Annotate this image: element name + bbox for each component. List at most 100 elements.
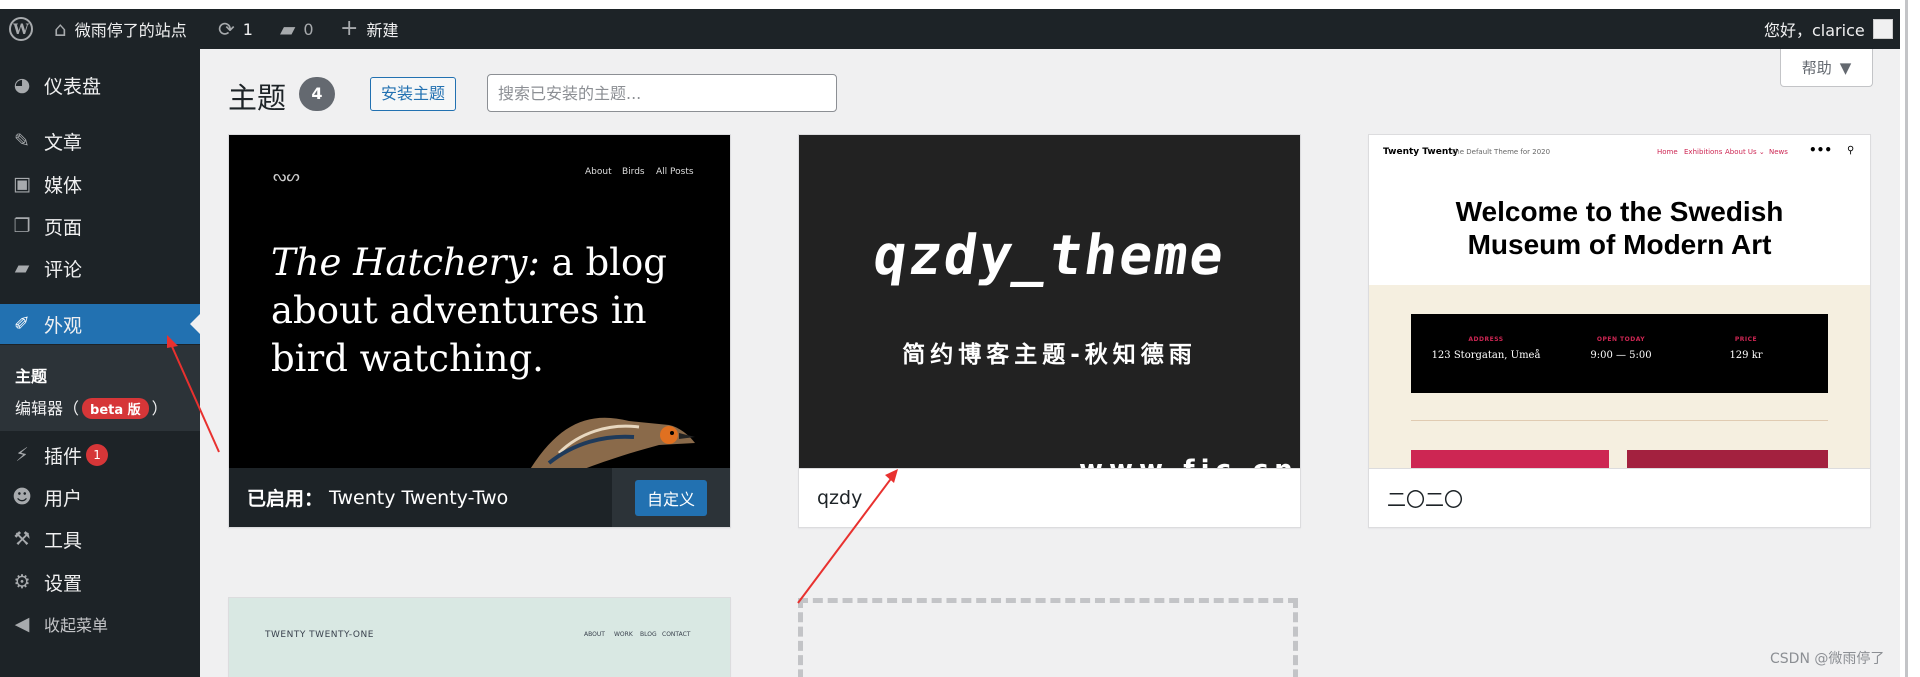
pin-icon: ✎ [14,130,30,152]
preview-nav-item: All Posts [656,167,694,177]
beta-badge: beta 版 [82,398,149,419]
admin-sidebar: ◕ 仪表盘 ✎ 文章 ▣ 媒体 ❐ 页面 ▰ 评论 ✐ 外观 主题 编辑器（ be… [0,49,200,677]
preview-nav-item: CONTACT [662,631,691,638]
settings-icon: ⚙ [13,571,31,593]
menu-item-plugins[interactable]: ⚡ 插件 1 [0,435,200,475]
hatchery-logo: ᔓᔕ [273,167,300,185]
comment-icon: ▰ [14,257,30,279]
active-indicator [190,314,200,334]
new-label: 新建 [366,21,399,40]
preview-divider [1411,420,1828,421]
my-account-link[interactable]: 您好，clarice [1764,9,1893,49]
theme-screenshot[interactable]: ᔓᔕ About Birds All Posts The Hatchery: a… [229,135,730,468]
theme-name: Twenty Twenty-Two [329,486,509,509]
menu-label: 评论 [44,258,83,281]
active-prefix: 已启用： [247,488,324,510]
preview-headline: The Hatchery: a blog about adventures in… [271,239,671,383]
svg-text:W: W [12,22,29,38]
theme-card-twenty-twenty-two[interactable]: ᔓᔕ About Birds All Posts The Hatchery: a… [228,134,731,528]
submenu-themes[interactable]: 主题 [15,363,47,387]
hero-line: Welcome to the Swedish [1455,196,1784,227]
updates-link[interactable]: ⟳ 1 [218,9,253,49]
swallow-bird-illustration [530,417,695,468]
preview-nav-item: About Us ⌄ [1725,148,1765,156]
main-content: 主题 4 安装主题 帮助 ▼ ᔓᔕ About Birds All Posts … [200,49,1900,677]
menu-item-posts[interactable]: ✎ 文章 [0,121,200,161]
info-label: PRICE [1734,336,1758,343]
menu-label: 工具 [44,529,83,552]
theme-screenshot[interactable]: Twenty Twenty The Default Theme for 2020… [1369,135,1870,468]
editor-close: ） [151,399,168,418]
info-value: 123 Storgatan, Umeå [1431,350,1541,361]
preview-nav-item: ABOUT [584,631,605,638]
brush-icon: ✐ [14,313,30,335]
preview-nav-item: Birds [622,167,645,177]
menu-item-comments[interactable]: ▰ 评论 [0,248,200,288]
hero-line: Museum of Modern Art [1467,229,1772,260]
menu-item-media[interactable]: ▣ 媒体 [0,164,200,204]
menu-item-appearance[interactable]: ✐ 外观 [0,304,200,344]
preview-image-block [1411,450,1609,468]
preview-header: Twenty Twenty The Default Theme for 2020… [1369,135,1870,285]
preview-tagline: The Default Theme for 2020 [1451,148,1551,156]
site-name-link[interactable]: ⌂ 微雨停了的站点 [54,9,187,49]
menu-label: 页面 [44,216,83,239]
preview-hero: Welcome to the Swedish Museum of Modern … [1369,195,1870,261]
menu-dots-icon: ••• [1809,143,1833,157]
qzdy-subtitle: 简约博客主题-秋知德雨 [902,342,1197,368]
theme-screenshot[interactable]: qzdy_theme 简约博客主题-秋知德雨 www.fjc.cn [799,135,1300,468]
user-icon: ☻ [12,486,32,508]
plus-icon: + [340,16,359,41]
greeting: 您好，clarice [1764,21,1865,40]
help-tab-button[interactable]: 帮助 ▼ [1780,49,1873,87]
add-new-theme-card[interactable] [798,598,1298,677]
page-icon: ❐ [13,215,31,237]
avatar [1872,19,1893,39]
comments-link[interactable]: ▰ 0 [280,9,314,49]
menu-label: 用户 [44,487,83,510]
admin-bar: W ⌂ 微雨停了的站点 ⟳ 1 ▰ 0 + 新建 您好，clarice [0,9,1900,49]
info-column: ADDRESS 123 Storgatan, Umeå [1421,336,1551,361]
info-label: ADDRESS [1468,336,1504,343]
menu-item-settings[interactable]: ⚙ 设置 [0,562,200,602]
preview-brand: Twenty Twenty [1383,147,1459,157]
preview-info-box: ADDRESS 123 Storgatan, Umeå OPEN TODAY 9… [1411,314,1828,393]
qzdy-title: qzdy_theme [869,223,1230,287]
caret-down-icon: ▼ [1839,58,1852,77]
search-themes-input[interactable] [487,74,837,112]
info-value: 9:00 — 5:00 [1590,350,1652,361]
appearance-submenu: 主题 编辑器（ beta 版） [0,345,200,431]
wrench-icon: ⚒ [13,528,31,550]
plugin-icon: ⚡ [15,444,29,466]
preview-nav-item: Home [1657,148,1678,156]
editor-label: 编辑器（ [15,399,80,418]
theme-card-qzdy[interactable]: qzdy_theme 简约博客主题-秋知德雨 www.fjc.cn qzdy [798,134,1301,528]
wordpress-logo-svg: W [9,17,33,41]
info-column: PRICE 129 kr [1681,336,1811,361]
info-column: OPEN TODAY 9:00 — 5:00 [1556,336,1686,361]
menu-item-tools[interactable]: ⚒ 工具 [0,519,200,559]
menu-item-dashboard[interactable]: ◕ 仪表盘 [0,65,200,105]
scrollbar[interactable] [1905,0,1908,677]
menu-item-collapse[interactable]: ◀ 收起菜单 [0,604,200,644]
menu-label: 收起菜单 [44,616,109,635]
menu-label: 外观 [44,314,83,337]
menu-label: 仪表盘 [44,75,102,98]
dashboard-icon: ◕ [13,74,31,96]
actions-area: 自定义 [612,468,730,527]
menu-item-users[interactable]: ☻ 用户 [0,477,200,517]
theme-name: qzdy [817,487,863,509]
submenu-editor[interactable]: 编辑器（ beta 版） [15,395,168,419]
wordpress-logo-icon[interactable]: W [8,9,34,49]
menu-item-pages[interactable]: ❐ 页面 [0,206,200,246]
customize-button[interactable]: 自定义 [634,479,707,516]
install-theme-button[interactable]: 安装主题 [370,77,457,111]
theme-name-bar: 已启用： Twenty Twenty-Two 自定义 [229,468,730,527]
new-content-link[interactable]: + 新建 [340,9,398,49]
theme-card-twenty-twenty-one[interactable]: TWENTY TWENTY-ONE ABOUT WORK BLOG CONTAC… [228,597,731,677]
theme-card-twenty-twenty[interactable]: Twenty Twenty The Default Theme for 2020… [1368,134,1871,528]
csdn-watermark: CSDN @微雨停了 [1770,651,1885,667]
theme-screenshot[interactable]: TWENTY TWENTY-ONE ABOUT WORK BLOG CONTAC… [229,598,730,677]
home-icon: ⌂ [54,17,67,41]
theme-count-badge: 4 [299,77,335,111]
